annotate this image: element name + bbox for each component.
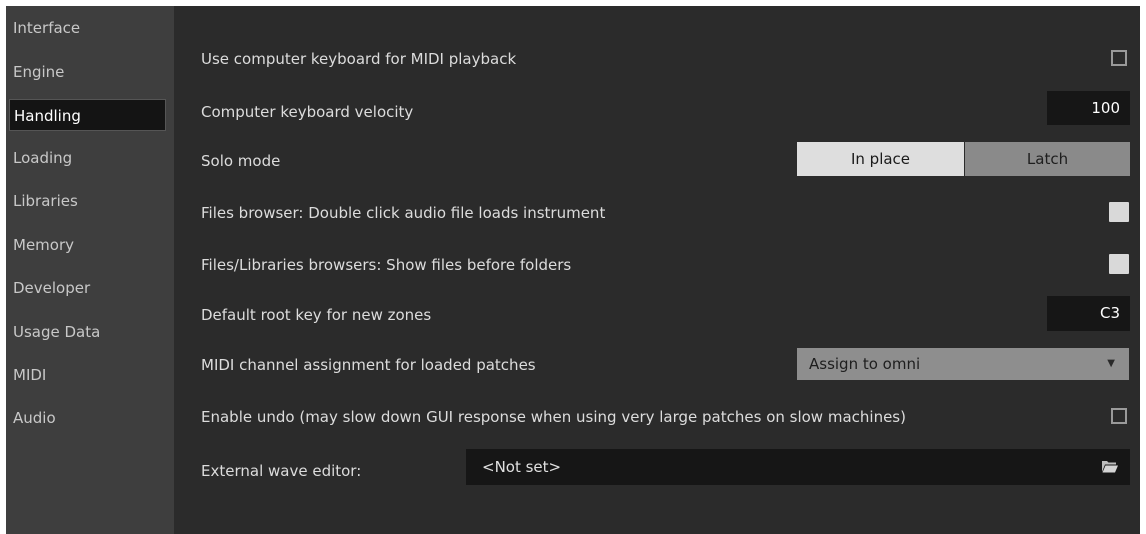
sidebar-item-usage-data[interactable]: Usage Data bbox=[9, 316, 166, 348]
sidebar-item-memory[interactable]: Memory bbox=[9, 229, 166, 261]
midi-channel-value: Assign to omni bbox=[809, 355, 921, 373]
sidebar-item-engine[interactable]: Engine bbox=[9, 56, 166, 88]
solo-mode-latch-button[interactable]: Latch bbox=[965, 142, 1130, 176]
wave-editor-path-value: <Not set> bbox=[482, 458, 562, 476]
chevron-down-icon: ▼ bbox=[1107, 358, 1115, 369]
midi-channel-dropdown[interactable]: Assign to omni ▼ bbox=[797, 348, 1129, 380]
settings-panel: Use computer keyboard for MIDI playback … bbox=[180, 6, 1140, 534]
preferences-window: Interface Engine Handling Loading Librar… bbox=[6, 6, 1140, 534]
files-first-checkbox[interactable] bbox=[1109, 254, 1129, 274]
solo-mode-label: Solo mode bbox=[201, 152, 281, 170]
velocity-field[interactable]: 100 bbox=[1047, 91, 1130, 125]
files-first-label: Files/Libraries browsers: Show files bef… bbox=[201, 256, 572, 274]
sidebar-item-handling[interactable]: Handling bbox=[9, 99, 166, 131]
undo-checkbox[interactable] bbox=[1111, 408, 1127, 424]
midi-playback-checkbox[interactable] bbox=[1111, 50, 1127, 66]
sidebar-item-midi[interactable]: MIDI bbox=[9, 359, 166, 391]
undo-label: Enable undo (may slow down GUI response … bbox=[201, 408, 906, 426]
root-key-label: Default root key for new zones bbox=[201, 306, 432, 324]
double-click-checkbox[interactable] bbox=[1109, 202, 1129, 222]
sidebar-item-loading[interactable]: Loading bbox=[9, 142, 166, 174]
wave-editor-label: External wave editor: bbox=[201, 462, 362, 480]
sidebar-item-interface[interactable]: Interface bbox=[9, 12, 166, 44]
sidebar-item-developer[interactable]: Developer bbox=[9, 272, 166, 304]
sidebar-item-audio[interactable]: Audio bbox=[9, 402, 166, 434]
velocity-label: Computer keyboard velocity bbox=[201, 103, 414, 121]
root-key-field[interactable]: C3 bbox=[1047, 296, 1130, 331]
midi-playback-label: Use computer keyboard for MIDI playback bbox=[201, 50, 517, 68]
folder-icon[interactable] bbox=[1102, 460, 1118, 473]
sidebar-item-libraries[interactable]: Libraries bbox=[9, 185, 166, 217]
sidebar: Interface Engine Handling Loading Librar… bbox=[6, 6, 174, 534]
solo-mode-in-place-button[interactable]: In place bbox=[797, 142, 964, 176]
midi-channel-label: MIDI channel assignment for loaded patch… bbox=[201, 356, 536, 374]
double-click-label: Files browser: Double click audio file l… bbox=[201, 204, 606, 222]
wave-editor-path-field[interactable]: <Not set> bbox=[466, 449, 1130, 485]
